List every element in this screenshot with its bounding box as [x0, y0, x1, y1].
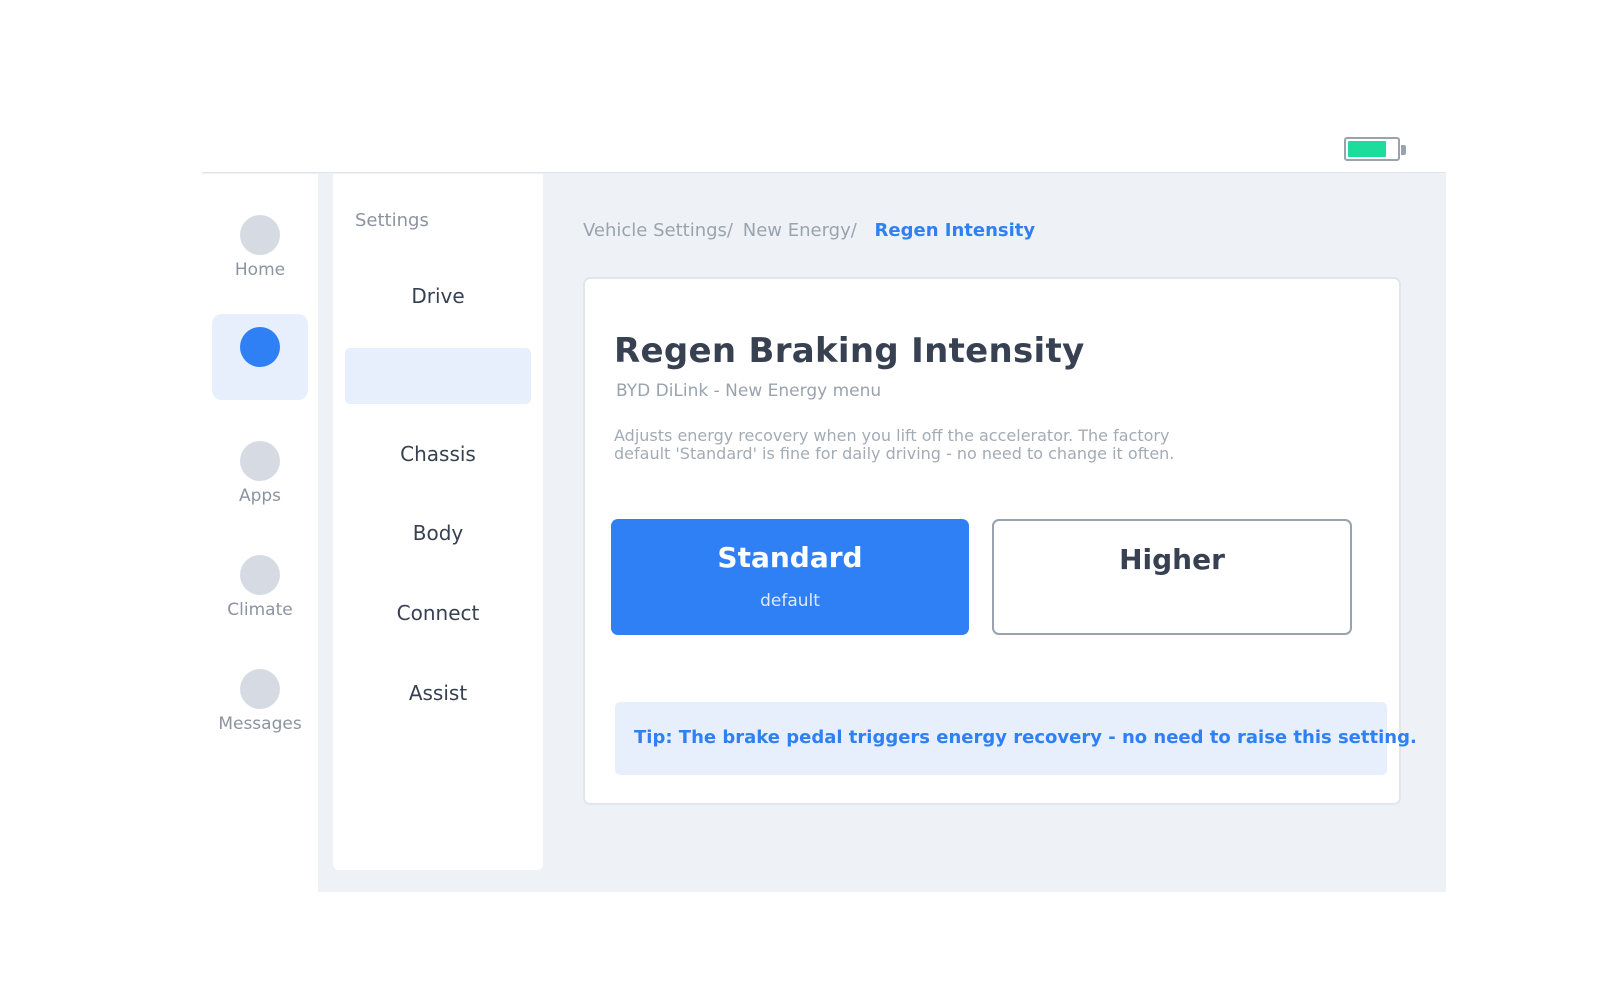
settings-menu: Settings Drive Chassis Body Connect Assi… — [333, 174, 543, 870]
option-higher-button[interactable]: Higher — [992, 519, 1352, 635]
main-nav: Home Apps Climate Messages — [202, 174, 318, 892]
battery-tip — [1401, 145, 1406, 155]
breadcrumb-new-energy[interactable]: New Energy — [743, 220, 851, 241]
regen-settings-card: Regen Braking Intensity BYD DiLink - New… — [583, 277, 1417, 805]
home-icon — [240, 215, 280, 255]
menu-item-body[interactable]: Body — [345, 505, 531, 561]
messages-icon — [240, 669, 280, 709]
breadcrumb-current: Regen Intensity — [874, 220, 1036, 241]
breadcrumb: Vehicle Settings/ New Energy/ Regen Inte… — [583, 220, 1035, 241]
nav-item-settings[interactable] — [212, 314, 308, 400]
breadcrumb-separator: / — [726, 220, 733, 241]
battery-level-fill — [1348, 141, 1386, 157]
nav-label-messages: Messages — [218, 714, 302, 734]
page-subtitle: BYD DiLink - New Energy menu — [616, 381, 882, 401]
option-standard-sublabel: default — [760, 591, 820, 611]
menu-item-connect[interactable]: Connect — [345, 585, 531, 641]
option-higher-label: Higher — [1119, 543, 1225, 576]
nav-item-home[interactable]: Home — [212, 202, 308, 288]
menu-item-chassis[interactable]: Chassis — [345, 426, 531, 482]
nav-label-climate: Climate — [227, 600, 293, 620]
breadcrumb-vehicle-settings[interactable]: Vehicle Settings — [583, 220, 727, 241]
breadcrumb-separator: / — [850, 220, 857, 241]
nav-label-apps: Apps — [238, 486, 282, 506]
climate-icon — [240, 555, 280, 595]
nav-label-home: Home — [234, 260, 286, 280]
settings-heading: Settings — [355, 210, 429, 231]
nav-item-climate[interactable]: Climate — [212, 542, 308, 628]
tip-text: Tip: The brake pedal triggers energy rec… — [634, 727, 1417, 748]
menu-item-assist[interactable]: Assist — [345, 665, 531, 721]
apps-icon — [240, 441, 280, 481]
option-standard-button[interactable]: Standard default — [611, 519, 969, 635]
tip-banner: Tip: The brake pedal triggers energy rec… — [615, 702, 1417, 775]
page-title: Regen Braking Intensity — [614, 331, 1085, 371]
option-standard-label: Standard — [717, 541, 863, 574]
nav-item-apps[interactable]: Apps — [212, 428, 308, 514]
dilink-screen: Home Apps Climate Messages Settings Driv… — [202, 120, 1446, 892]
menu-item-drive[interactable]: Drive — [345, 268, 531, 324]
settings-icon — [240, 327, 280, 367]
battery-icon — [1344, 137, 1406, 161]
setting-description: Adjusts energy recovery when you lift of… — [614, 426, 1175, 463]
status-bar — [202, 120, 1446, 173]
nav-item-messages[interactable]: Messages — [212, 656, 308, 742]
menu-item-new-energy[interactable] — [345, 348, 531, 404]
